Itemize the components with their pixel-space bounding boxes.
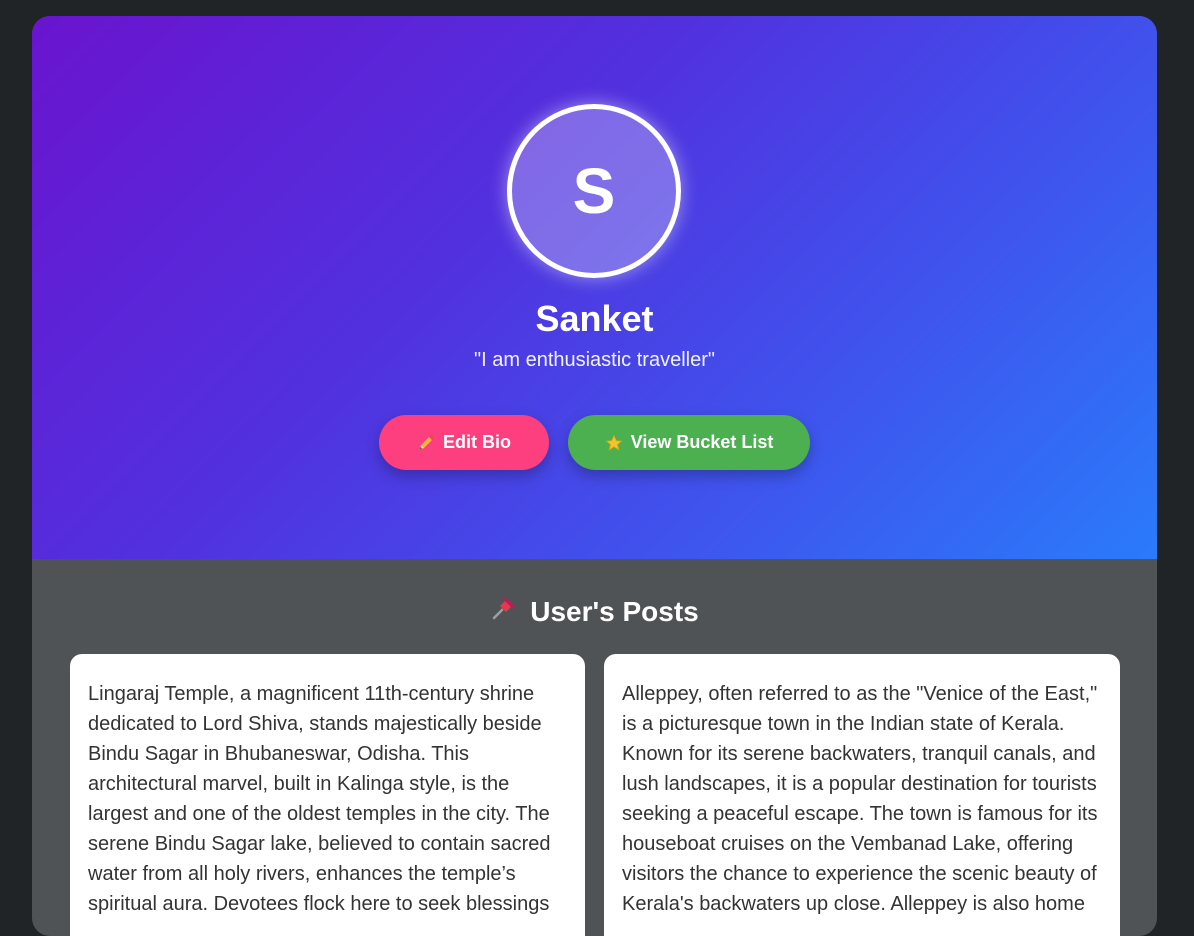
avatar: S (507, 104, 681, 278)
profile-bio: "I am enthusiastic traveller" (474, 349, 715, 371)
bucket-list-label: View Bucket List (630, 432, 774, 452)
edit-bio-button[interactable]: Edit Bio (379, 415, 549, 470)
profile-header: S Sanket "I am enthusiastic traveller" E… (32, 16, 1157, 559)
profile-name: Sanket (535, 298, 654, 339)
posts-title-text: User's Posts (530, 595, 699, 627)
profile-card: S Sanket "I am enthusiastic traveller" E… (32, 16, 1157, 936)
post-card[interactable]: Alleppey, often referred to as the "Veni… (604, 654, 1120, 936)
posts-section-title: User's Posts (32, 594, 1157, 629)
view-bucket-list-button[interactable]: View Bucket List (568, 415, 810, 470)
post-text: Lingaraj Temple, a magnificent 11th-cent… (88, 683, 551, 915)
pencil-icon (417, 434, 435, 452)
post-card[interactable]: Lingaraj Temple, a magnificent 11th-cent… (70, 654, 585, 936)
avatar-initial: S (572, 155, 616, 227)
star-icon (605, 434, 623, 452)
post-text: Alleppey, often referred to as the "Veni… (622, 683, 1098, 915)
pushpin-icon (490, 594, 518, 629)
edit-bio-label: Edit Bio (443, 432, 511, 452)
